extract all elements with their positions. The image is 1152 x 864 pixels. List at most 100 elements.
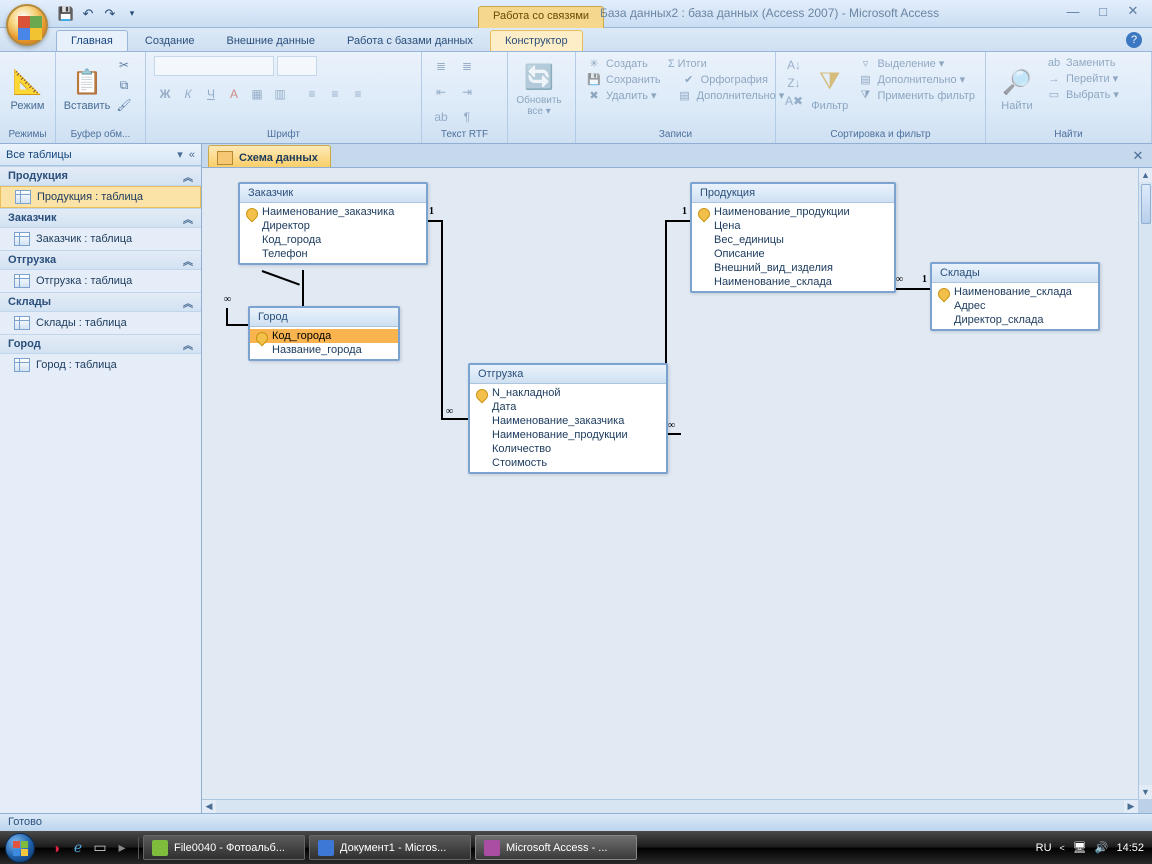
select-button[interactable]: ▭Выбрать ▾	[1044, 87, 1121, 102]
office-button[interactable]	[6, 4, 48, 46]
font-color-button[interactable]: A	[223, 84, 245, 104]
advanced-filter-button[interactable]: ▤Дополнительно ▾	[855, 72, 977, 87]
gridlines-button[interactable]: ▥	[269, 84, 291, 104]
table-field[interactable]: Вес_единицы	[692, 233, 894, 247]
nav-item[interactable]: Отгрузка : таблица	[0, 270, 201, 292]
table-otgruzka[interactable]: ОтгрузкаN_накладнойДатаНаименование_зака…	[468, 363, 668, 474]
ql-icon[interactable]: ◑	[46, 837, 66, 859]
tray-chevron-icon[interactable]: <	[1060, 843, 1065, 853]
ql-icon[interactable]: ▸	[112, 837, 132, 859]
relationships-canvas[interactable]: ∞ 1 ∞ 1 ∞ ∞ 1 ЗаказчикНаименование_заказ…	[202, 168, 1138, 799]
italic-button[interactable]: К	[177, 84, 199, 104]
totals-button[interactable]: Σ Итоги	[666, 56, 709, 71]
paste-button[interactable]: 📋 Вставить	[64, 56, 110, 122]
nav-item[interactable]: Город : таблица	[0, 354, 201, 376]
save-icon[interactable]: 💾	[58, 6, 74, 22]
table-field[interactable]: Стоимость	[470, 456, 666, 470]
start-button[interactable]	[0, 831, 40, 864]
table-title[interactable]: Склады	[932, 264, 1098, 283]
scroll-left-button[interactable]: ◀	[202, 800, 216, 813]
table-field[interactable]: Директор	[240, 219, 426, 233]
nav-group-header[interactable]: Склады︽	[0, 292, 201, 312]
table-field[interactable]: Адрес	[932, 299, 1098, 313]
help-button[interactable]: ?	[1126, 32, 1142, 48]
underline-button[interactable]: Ч	[200, 84, 222, 104]
refresh-all-button[interactable]: 🔄 Обновить все ▾	[516, 56, 562, 122]
document-close-button[interactable]: ✕	[1130, 148, 1146, 164]
table-field[interactable]: N_накладной	[470, 386, 666, 400]
font-size-select[interactable]	[277, 56, 317, 76]
numbering-button[interactable]: ≣	[456, 56, 478, 76]
nav-group-header[interactable]: Продукция︽	[0, 166, 201, 186]
ql-icon[interactable]: ▭	[90, 837, 110, 859]
indent-dec-button[interactable]: ⇤	[430, 82, 452, 102]
view-button[interactable]: 📐 Режим	[8, 56, 47, 122]
undo-icon[interactable]: ↶	[80, 6, 96, 22]
nav-group-header[interactable]: Отгрузка︽	[0, 250, 201, 270]
sort-desc-button[interactable]: Z↓	[784, 74, 804, 92]
format-painter-button[interactable]: 🖌	[114, 96, 134, 114]
find-button[interactable]: 🔎 Найти	[994, 56, 1040, 122]
table-field[interactable]: Наименование_заказчика	[470, 414, 666, 428]
align-right-button[interactable]: ≡	[347, 84, 369, 104]
table-gorod[interactable]: Город Код_городаНазвание_города	[248, 306, 400, 361]
selection-filter-button[interactable]: ▿Выделение ▾	[855, 56, 977, 71]
align-center-button[interactable]: ≡	[324, 84, 346, 104]
goto-button[interactable]: →Перейти ▾	[1044, 71, 1121, 86]
table-title[interactable]: Заказчик	[240, 184, 426, 203]
nav-group-header[interactable]: Город︽	[0, 334, 201, 354]
table-title[interactable]: Город	[250, 308, 398, 327]
ql-icon[interactable]: ℯ	[68, 837, 88, 859]
table-field[interactable]: Телефон	[240, 247, 426, 261]
nav-item[interactable]: Продукция : таблица	[0, 186, 201, 208]
nav-item[interactable]: Заказчик : таблица	[0, 228, 201, 250]
tab-external[interactable]: Внешние данные	[212, 30, 330, 51]
taskbar-button[interactable]: Документ1 - Micros...	[309, 835, 471, 860]
bold-button[interactable]: Ж	[154, 84, 176, 104]
delete-record-button[interactable]: ✖Удалить ▾	[584, 88, 659, 103]
spelling-button[interactable]: ✔Орфография	[679, 72, 770, 87]
table-sklady[interactable]: СкладыНаименование_складаАдресДиректор_с…	[930, 262, 1100, 331]
close-button[interactable]: ✕	[1122, 2, 1144, 20]
table-field[interactable]: Наименование_продукции	[692, 205, 894, 219]
vertical-scrollbar[interactable]: ▲ ▼	[1138, 168, 1152, 799]
font-select[interactable]	[154, 56, 274, 76]
table-field[interactable]: Директор_склада	[932, 313, 1098, 327]
tab-dbtools[interactable]: Работа с базами данных	[332, 30, 488, 51]
nav-group-header[interactable]: Заказчик︽	[0, 208, 201, 228]
tray-volume-icon[interactable]: 🔊	[1095, 841, 1109, 854]
table-field[interactable]: Наименование_заказчика	[240, 205, 426, 219]
table-field[interactable]: Код_города	[250, 329, 398, 343]
align-left-button[interactable]: ≡	[301, 84, 323, 104]
bullets-button[interactable]: ≣	[430, 56, 452, 76]
taskbar-button[interactable]: Microsoft Access - ...	[475, 835, 637, 860]
table-title[interactable]: Отгрузка	[470, 365, 666, 384]
new-record-button[interactable]: ✳Создать	[584, 56, 650, 71]
copy-button[interactable]: ⧉	[114, 76, 134, 94]
filter-button[interactable]: ⧩ Фильтр	[808, 56, 851, 122]
toggle-filter-button[interactable]: ⧩Применить фильтр	[855, 88, 977, 103]
document-tab-relationships[interactable]: Схема данных	[208, 145, 331, 167]
nav-item[interactable]: Склады : таблица	[0, 312, 201, 334]
table-field[interactable]: Название_города	[250, 343, 398, 357]
maximize-button[interactable]: □	[1092, 2, 1114, 20]
more-records-button[interactable]: ▤Дополнительно ▾	[675, 88, 787, 103]
horizontal-scrollbar[interactable]: ◀ ▶	[202, 799, 1138, 813]
tray-network-icon[interactable]: 🖥	[1073, 841, 1087, 854]
sort-asc-button[interactable]: A↓	[784, 56, 804, 74]
tab-home[interactable]: Главная	[56, 30, 128, 51]
save-record-button[interactable]: 💾Сохранить	[584, 72, 663, 87]
minimize-button[interactable]: —	[1062, 2, 1084, 20]
scroll-down-button[interactable]: ▼	[1139, 785, 1152, 799]
cut-button[interactable]: ✂	[114, 56, 134, 74]
scroll-up-button[interactable]: ▲	[1139, 168, 1152, 182]
clock[interactable]: 14:52	[1116, 842, 1144, 854]
scroll-right-button[interactable]: ▶	[1124, 800, 1138, 813]
scroll-thumb[interactable]	[1141, 184, 1151, 224]
replace-button[interactable]: abЗаменить	[1044, 56, 1121, 70]
tab-design[interactable]: Конструктор	[490, 30, 583, 51]
direction-button[interactable]: ¶	[456, 107, 478, 127]
table-zakazchik[interactable]: ЗаказчикНаименование_заказчикаДиректорКо…	[238, 182, 428, 265]
clear-sort-button[interactable]: A✖	[784, 92, 804, 110]
table-field[interactable]: Наименование_продукции	[470, 428, 666, 442]
